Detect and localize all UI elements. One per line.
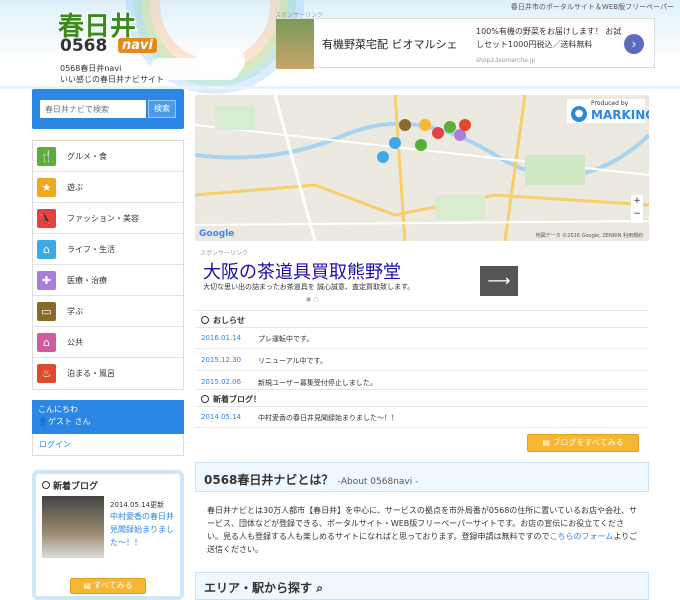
category-label: 学ぶ	[67, 306, 83, 316]
category-menu: 🍴 グルメ・食 ★ 遊ぶ 👠 ファッション・美容 ⌂ ライフ・生活 ✚ 医療・治療 ▭ 学ぶ ⌂ 公共 ♨ 泊…	[32, 140, 184, 390]
doc-icon: ▤	[83, 581, 94, 590]
map-copyright[interactable]: 地図データ ©2016 Google, ZENRIN 利用規約	[536, 232, 643, 239]
medical-icon: ✚	[37, 270, 56, 290]
about-heading: 0568春日井ナビとは？ -About 0568navi -	[195, 462, 649, 492]
ad-title[interactable]: 有機野菜宅配 ビオマルシェ	[322, 36, 458, 52]
user-icon: 👤	[38, 417, 48, 426]
about-body: 春日井ナビとは30万人都市【春日井】を中心に、サービスの拠点を市外局番が0568…	[207, 504, 639, 556]
ad-image[interactable]	[276, 19, 314, 69]
search-box: 検索	[32, 89, 184, 129]
site-logo[interactable]: 春日井 0568 navi	[58, 6, 168, 64]
map[interactable]: Produced by ● MARKING + − Google 地図データ ©2…	[195, 95, 649, 241]
marking-logo: Produced by ● MARKING	[567, 99, 649, 123]
category-label: 泊まる・風呂	[67, 369, 115, 378]
all-blogs-label: ブログをすべてみる	[552, 438, 624, 447]
category-label: 公共	[67, 337, 83, 347]
area-heading: エリア・駅から探す ⌕	[195, 572, 649, 600]
category-play[interactable]: ★ 遊ぶ	[33, 172, 183, 203]
tagline-line-1: 0568春日井navi	[60, 64, 122, 73]
category-label: 遊ぶ	[67, 182, 83, 192]
area-title: エリア・駅から探す	[204, 581, 313, 595]
tagline-line-2: いい感じの春日井ナビサイト	[60, 75, 164, 84]
news-date: 2015.02.06	[201, 378, 242, 386]
news-header: おしらせ	[195, 310, 649, 328]
hotspring-icon: ♨	[37, 364, 56, 383]
blog-header: 新着ブログ！	[195, 389, 649, 407]
fashion-icon: 👠	[37, 208, 56, 228]
category-label: ファッション・美容	[67, 213, 139, 223]
ad-arrow-icon[interactable]: ›	[624, 34, 644, 54]
new-blog-widget: 新着ブログ 2014.05.14更新 中村愛香の春日井見聞録始まりました～！！ …	[32, 470, 184, 600]
see-all-label: すべてみる	[93, 581, 133, 590]
logo-navi-text: navi	[118, 38, 157, 53]
blog-title-link[interactable]: 中村愛香の春日井見聞録始まりました～！！	[110, 510, 180, 549]
ad-description: 100%有機の野菜をお届けします！ お試しセット1000円税込／送料無料	[476, 27, 622, 49]
life-icon: ⌂	[37, 239, 56, 259]
category-study[interactable]: ▭ 学ぶ	[33, 296, 183, 327]
cloud-decoration	[195, 48, 245, 74]
ad-headline[interactable]: 大阪の茶道具買取熊野堂	[203, 258, 401, 284]
category-label: グルメ・食	[67, 151, 107, 161]
site-description: 春日井市のポータルサイト＆WEB版フリーペーパー	[510, 3, 674, 11]
news-heading: おしらせ	[213, 316, 245, 325]
public-icon: ⌂	[37, 332, 56, 352]
about-title: 0568春日井ナビとは？	[204, 473, 334, 487]
carousel-dots[interactable]: ● ○	[306, 296, 318, 303]
ad-arrow-button[interactable]: ⟶	[480, 266, 518, 296]
search-button[interactable]: 検索	[148, 100, 176, 118]
search-icon: ⌕	[316, 581, 323, 595]
blog-row[interactable]: 2014.05.14 中村愛香の春日井見聞録始まりました～！！	[195, 406, 649, 428]
blog-row-date: 2014.05.14	[201, 413, 242, 421]
see-all-button[interactable]: ▤ すべてみる	[70, 578, 146, 594]
news-row[interactable]: 2015.12.30 リニューアル中です。	[195, 349, 649, 371]
category-public[interactable]: ⌂ 公共	[33, 327, 183, 358]
blog-thumbnail[interactable]	[42, 496, 104, 558]
news-text: リニューアル中です。	[258, 357, 327, 365]
blog-date: 2014.05.14更新	[110, 501, 165, 509]
about-subtitle: -About 0568navi -	[337, 477, 419, 487]
category-medical[interactable]: ✚ 医療・治療	[33, 265, 183, 296]
news-text: プレ運転中です。	[258, 335, 314, 343]
ad-url: shop2.biomarche.jp	[476, 57, 536, 64]
circle-icon	[201, 316, 209, 324]
blog-heading: 新着ブログ！	[213, 395, 261, 404]
form-link[interactable]: こちらのフォーム	[550, 532, 614, 541]
blog-row-title[interactable]: 中村愛香の春日井見聞録始まりました～！！	[258, 413, 398, 423]
play-icon: ★	[37, 177, 56, 197]
new-blog-heading: 新着ブログ	[53, 482, 99, 492]
news-date: 2015.12.30	[201, 356, 242, 364]
user-box: こんにちわ 👤ゲスト さん	[32, 400, 184, 434]
food-icon: 🍴	[37, 146, 56, 166]
produced-by-text: Produced by	[591, 100, 629, 107]
news-text: 新規ユーザー募集受付停止しました。	[258, 379, 377, 387]
google-logo: Google	[199, 229, 235, 239]
category-food[interactable]: 🍴 グルメ・食	[33, 141, 183, 172]
logo-number-text: 0568	[60, 36, 108, 56]
greeting: こんにちわ	[38, 405, 78, 414]
circle-icon	[201, 395, 209, 403]
tagline: 0568春日井navi いい感じの春日井ナビサイト	[60, 63, 190, 85]
user-name: ゲスト さん	[47, 417, 91, 426]
circle-icon	[42, 481, 50, 489]
category-hotspring[interactable]: ♨ 泊まる・風呂	[33, 358, 183, 389]
category-fashion[interactable]: 👠 ファッション・美容	[33, 203, 183, 234]
category-life[interactable]: ⌂ ライフ・生活	[33, 234, 183, 265]
page: 春日井 0568 navi 0568春日井navi いい感じの春日井ナビサイト …	[0, 0, 680, 600]
category-label: 医療・治療	[67, 275, 107, 285]
search-input[interactable]	[40, 100, 146, 118]
study-icon: ▭	[37, 301, 56, 321]
all-blogs-button[interactable]: ▤ ブログをすべてみる	[527, 434, 639, 452]
marking-icon: ●	[571, 106, 587, 122]
login-link[interactable]: ログイン	[32, 434, 184, 456]
category-label: ライフ・生活	[67, 244, 115, 254]
marking-brand: MARKING	[591, 108, 649, 122]
doc-icon: ▤	[542, 438, 553, 447]
ad-subtext: 大切な思い出の詰まったお茶道具を 誠心誠意、査定買取致します。	[203, 283, 415, 291]
top-ad-banner[interactable]: 有機野菜宅配 ビオマルシェ 100%有機の野菜をお届けします！ お試しセット10…	[275, 18, 655, 69]
news-row[interactable]: 2016.01.14 プレ運転中です。	[195, 327, 649, 349]
zoom-control[interactable]: + −	[631, 195, 643, 223]
news-date: 2016.01.14	[201, 334, 242, 342]
text-ad[interactable]: 大阪の茶道具買取熊野堂 大切な思い出の詰まったお茶道具を 誠心誠意、査定買取致し…	[195, 254, 649, 298]
header: 春日井 0568 navi 0568春日井navi いい感じの春日井ナビサイト …	[0, 0, 680, 88]
